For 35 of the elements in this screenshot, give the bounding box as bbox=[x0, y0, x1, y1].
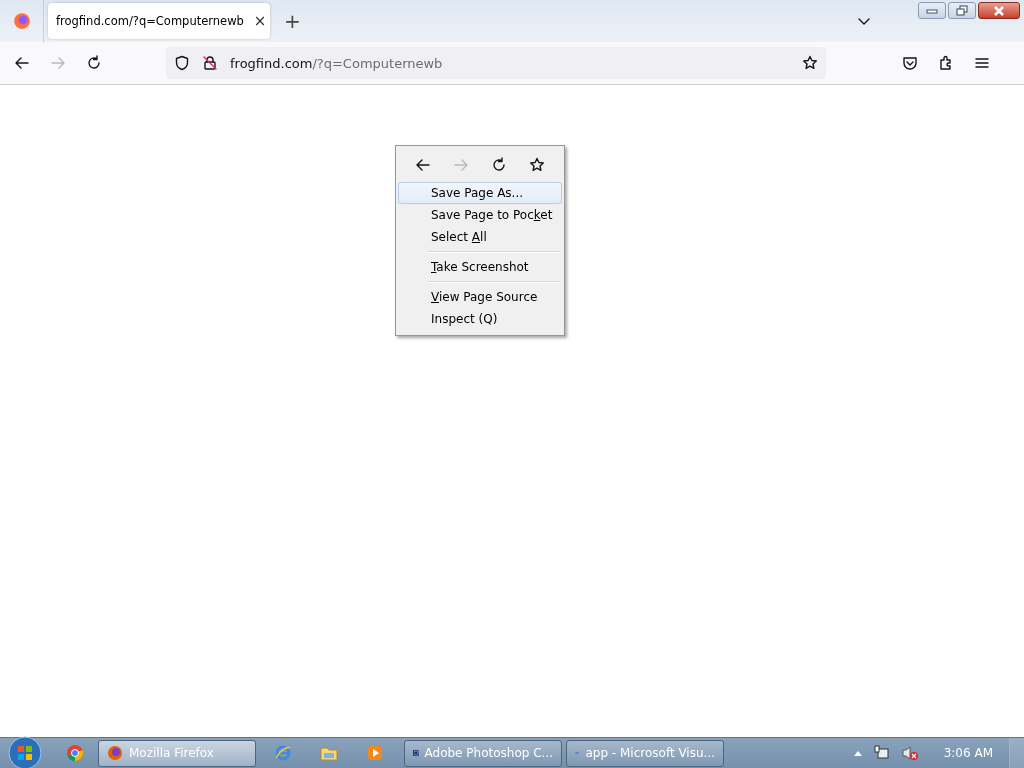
triangle-up-icon[interactable] bbox=[853, 750, 862, 756]
minimize-icon bbox=[926, 7, 938, 14]
menu-item[interactable]: Take Screenshot bbox=[398, 256, 562, 278]
close-button[interactable] bbox=[978, 2, 1020, 19]
star-icon[interactable] bbox=[802, 55, 818, 71]
back-icon[interactable] bbox=[415, 157, 431, 173]
menu-item[interactable]: Save Page As... bbox=[398, 182, 562, 204]
media-player-icon[interactable] bbox=[367, 745, 383, 761]
reload-icon[interactable] bbox=[491, 157, 507, 173]
restore-button[interactable] bbox=[948, 2, 976, 19]
restore-icon bbox=[956, 5, 968, 16]
browser-tab[interactable]: frogfind.com/?q=Computernewb × bbox=[48, 3, 270, 39]
network-icon[interactable] bbox=[873, 745, 890, 761]
menu-item[interactable]: Select All bbox=[398, 226, 562, 248]
menu-item[interactable]: View Page Source bbox=[398, 286, 562, 308]
start-button[interactable] bbox=[8, 736, 42, 768]
new-tab-button[interactable]: + bbox=[274, 9, 311, 33]
back-icon[interactable] bbox=[14, 55, 30, 71]
star-icon[interactable] bbox=[529, 157, 545, 173]
url-text: frogfind.com/?q=Computernewb bbox=[230, 55, 444, 71]
muted-speaker-icon[interactable] bbox=[901, 745, 918, 761]
chrome-icon[interactable] bbox=[66, 744, 84, 762]
lock-icon[interactable] bbox=[202, 55, 218, 71]
puzzle-piece-icon[interactable] bbox=[938, 55, 954, 71]
close-icon bbox=[993, 5, 1005, 16]
shield-icon[interactable] bbox=[174, 55, 190, 71]
menu-item[interactable]: Save Page to Pocket bbox=[398, 204, 562, 226]
address-bar[interactable]: frogfind.com/?q=Computernewb bbox=[166, 47, 826, 79]
pocket-icon[interactable] bbox=[902, 55, 918, 71]
firefox-icon bbox=[107, 745, 123, 761]
reload-icon[interactable] bbox=[86, 55, 102, 71]
menu-item[interactable]: Inspect (Q) bbox=[398, 308, 562, 330]
close-tab-button[interactable]: × bbox=[253, 12, 267, 30]
menu-icon[interactable] bbox=[974, 55, 990, 71]
firefox-icon[interactable] bbox=[12, 12, 31, 30]
